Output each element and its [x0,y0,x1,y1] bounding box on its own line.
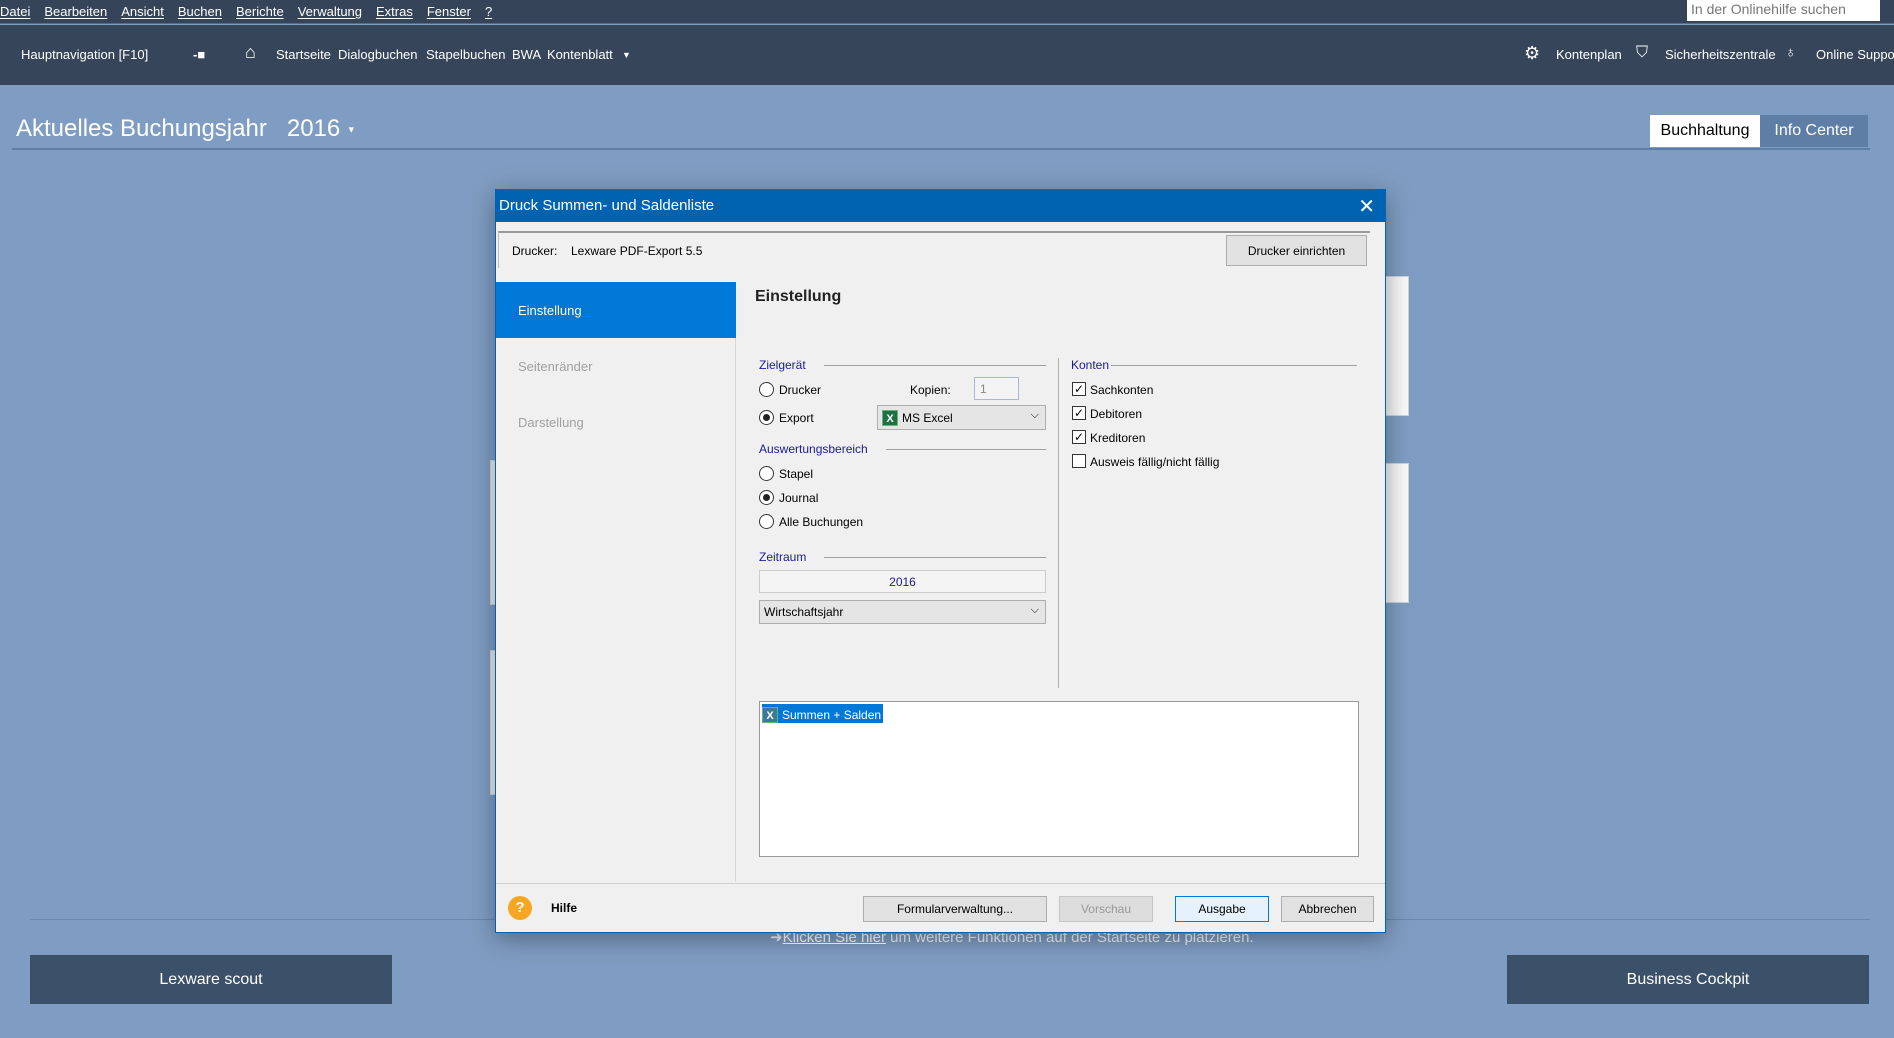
gear-icon[interactable]: ⚙ [1524,43,1540,64]
divider [1058,358,1059,688]
dialog-sidebar: Einstellung Seitenränder Darstellung [496,282,736,882]
lightbulb-icon[interactable]: ♁ [1785,44,1796,61]
nav-bwa[interactable]: BWA [512,47,541,62]
divider [12,148,1870,150]
chevron-down-icon[interactable]: ▼ [622,50,631,60]
help-icon[interactable]: ? [508,896,532,920]
formularverwaltung-button[interactable]: Formularverwaltung... [863,896,1047,922]
zeitraum-label: Zeitraum [759,550,807,564]
main-navigation-button[interactable]: Hauptnavigation [F10] [21,47,148,62]
menu-ansicht[interactable]: Ansicht [114,4,171,19]
chevron-down-icon: ⌵ [1030,409,1039,421]
menu-buchen[interactable]: Buchen [171,4,229,19]
pin-icon[interactable]: -■ [193,47,205,62]
sachkonten-label: Sachkonten [1090,383,1154,397]
search-input[interactable]: In der Onlinehilfe suchen [1687,0,1880,21]
zeitraum-type-select[interactable]: Wirtschaftsjahr ⌵ [759,600,1046,624]
auswertungsbereich-label: Auswertungsbereich [759,442,868,456]
nav-sicherheitszentrale[interactable]: Sicherheitszentrale [1665,47,1776,62]
printer-label: Drucker: [512,244,558,258]
zeitraum-year[interactable]: 2016 [759,570,1046,593]
sidebar-item-einstellung[interactable]: Einstellung [496,282,736,338]
alle-buchungen-label: Alle Buchungen [779,515,864,529]
menu-verwaltung[interactable]: Verwaltung [291,4,369,19]
menu-bar: Datei Bearbeiten Ansicht Buchen Berichte… [0,0,1894,24]
checkbox-sachkonten[interactable]: ✓ [1072,382,1086,396]
checkbox-ausweis-faellig[interactable] [1072,454,1086,468]
export-label: Export [779,411,814,425]
kreditoren-label: Kreditoren [1090,431,1146,445]
list-item[interactable]: X Summen + Salden [762,704,884,723]
divider [1111,365,1357,366]
page-title[interactable]: Aktuelles Buchungsjahr 2016 ▼ [16,115,356,143]
tab-buchhaltung[interactable]: Buchhaltung [1650,115,1760,147]
debitoren-label: Debitoren [1090,407,1143,421]
kopien-input[interactable]: 1 [974,377,1019,400]
year-selector[interactable]: 2016 [287,115,340,142]
list-item-label: Summen + Salden [782,707,882,722]
nav-stapelbuchen[interactable]: Stapelbuchen [426,47,506,62]
nav-online-support[interactable]: Online Support [1816,47,1894,62]
radio-stapel[interactable] [759,466,774,481]
menu-extras[interactable]: Extras [369,4,420,19]
excel-icon: X [762,706,778,723]
drucker-label: Drucker [779,383,822,397]
nav-dialogbuchen[interactable]: Dialogbuchen [338,47,418,62]
lexware-scout-button[interactable]: Lexware scout [30,955,392,1004]
divider [886,449,1046,450]
sidebar-item-seitenraender[interactable]: Seitenränder [496,338,736,394]
chevron-down-icon[interactable]: ▼ [347,125,356,135]
nav-kontenblatt[interactable]: Kontenblatt [547,47,613,62]
nav-kontenplan[interactable]: Kontenplan [1556,47,1622,62]
kopien-label: Kopien: [910,383,951,397]
preview-button[interactable]: Vorschau [1059,896,1153,922]
excel-icon: X [882,409,898,426]
divider [496,883,1385,884]
radio-export[interactable] [759,410,774,425]
tab-info-center[interactable]: Info Center [1760,115,1868,147]
divider [824,557,1046,558]
printer-name: Lexware PDF-Export 5.5 [571,244,703,258]
business-cockpit-button[interactable]: Business Cockpit [1507,955,1869,1004]
close-icon[interactable]: ✕ [1358,194,1375,219]
print-dialog: Druck Summen- und Saldenliste ✕ Drucker:… [495,189,1386,933]
chevron-down-icon: ⌵ [1030,604,1039,616]
checkbox-kreditoren[interactable]: ✓ [1072,430,1086,444]
cancel-button[interactable]: Abbrechen [1281,896,1374,922]
export-format-select[interactable]: X MS Excel ⌵ [877,405,1046,430]
menu-bearbeiten[interactable]: Bearbeiten [37,4,114,19]
menu-help[interactable]: ? [478,4,499,19]
zielgeraet-label: Zielgerät [759,358,806,372]
radio-alle-buchungen[interactable] [759,514,774,529]
menu-datei[interactable]: Datei [0,4,37,19]
dialog-title: Druck Summen- und Saldenliste [496,190,1385,222]
stapel-label: Stapel [779,467,814,481]
export-format-value: MS Excel [902,410,953,425]
radio-drucker[interactable] [759,382,774,397]
ausweis-faellig-label: Ausweis fällig/nicht fällig [1090,455,1220,469]
help-label[interactable]: Hilfe [551,901,577,915]
journal-label: Journal [779,491,819,505]
section-heading: Einstellung [755,288,842,305]
zeitraum-type-value: Wirtschaftsjahr [764,605,844,619]
printer-setup-button[interactable]: Drucker einrichten [1226,235,1367,266]
sidebar-item-darstellung[interactable]: Darstellung [496,394,736,450]
output-button[interactable]: Ausgabe [1175,896,1269,922]
checkbox-debitoren[interactable]: ✓ [1072,406,1086,420]
shield-icon[interactable]: ⛉ [1636,44,1648,62]
divider [824,365,1046,366]
form-list[interactable]: X Summen + Salden [759,701,1359,857]
konten-label: Konten [1071,358,1110,372]
page-title-text: Aktuelles Buchungsjahr [16,115,267,142]
navigation-bar: Hauptnavigation [F10] -■ ⌂ Startseite Di… [0,25,1894,85]
nav-startseite[interactable]: Startseite [276,47,331,62]
menu-fenster[interactable]: Fenster [420,4,478,19]
menu-berichte[interactable]: Berichte [229,4,291,19]
radio-journal[interactable] [759,490,774,505]
home-icon[interactable]: ⌂ [245,42,256,63]
